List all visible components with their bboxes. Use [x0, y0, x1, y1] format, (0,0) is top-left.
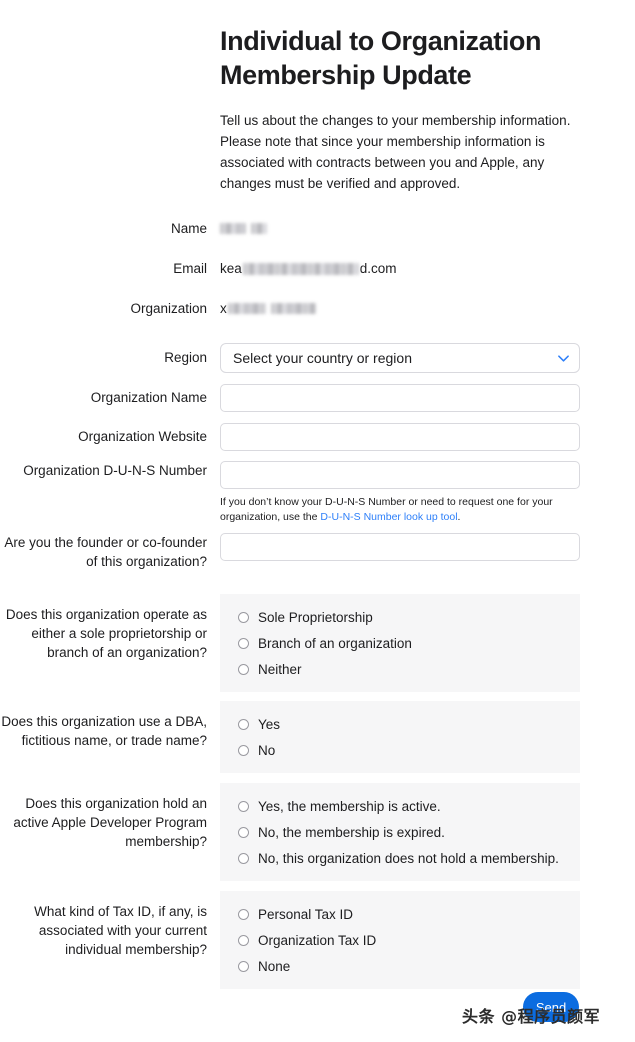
- radio-icon[interactable]: [238, 800, 249, 812]
- membership-status-radio-group: Yes, the membership is active. No, the m…: [220, 783, 580, 881]
- value-name: [220, 219, 635, 238]
- radio-label: No: [258, 742, 276, 758]
- founder-input[interactable]: [220, 533, 580, 561]
- redaction-block: [227, 303, 266, 314]
- organization-name-input[interactable]: [220, 384, 580, 412]
- watermark-text: 头条 @程序员颜军: [462, 1007, 601, 1026]
- region-select-wrap[interactable]: Select your country or region: [220, 343, 580, 373]
- field-row-region: Region Select your country or region: [0, 343, 635, 373]
- label-entity-type-question: Does this organization operate as either…: [5, 607, 207, 660]
- label-region: Region: [164, 350, 207, 365]
- tax-id-radio-group: Personal Tax ID Organization Tax ID None: [220, 891, 580, 989]
- radio-label: No, this organization does not hold a me…: [258, 850, 559, 866]
- label-organization: Organization: [130, 301, 207, 316]
- label-name: Name: [170, 221, 207, 236]
- label-dba-question: Does this organization use a DBA, fictit…: [1, 714, 207, 748]
- radio-icon[interactable]: [238, 908, 249, 920]
- field-row-membership-status: Does this organization hold an active Ap…: [0, 783, 635, 881]
- value-email: kea d.com: [220, 259, 635, 278]
- radio-label: Yes, the membership is active.: [258, 798, 441, 814]
- page-title: Individual to Organization Membership Up…: [220, 26, 542, 90]
- label-duns-number: Organization D-U-N-S Number: [23, 463, 207, 478]
- redaction-block: [242, 262, 359, 275]
- field-row-tax-id: What kind of Tax ID, if any, is associat…: [0, 891, 635, 989]
- email-visible-prefix: kea: [220, 261, 242, 276]
- field-row-dba: Does this organization use a DBA, fictit…: [0, 701, 635, 773]
- radio-label: Neither: [258, 661, 302, 677]
- radio-label: Branch of an organization: [258, 635, 412, 651]
- value-organization: x: [220, 299, 635, 318]
- radio-option-dba-yes[interactable]: Yes: [238, 711, 580, 737]
- radio-option-membership-active[interactable]: Yes, the membership is active.: [238, 793, 580, 819]
- entity-type-field: Sole Proprietorship Branch of an organiz…: [220, 594, 635, 692]
- radio-label: Yes: [258, 716, 281, 732]
- founder-field: [220, 533, 635, 561]
- dba-radio-group: Yes No: [220, 701, 580, 773]
- duns-number-field: If you don’t know your D-U-N-S Number or…: [220, 461, 635, 525]
- field-row-email: Email kea d.com: [0, 259, 635, 278]
- radio-option-tax-id-none[interactable]: None: [238, 953, 580, 979]
- region-select[interactable]: Select your country or region: [220, 343, 580, 373]
- dba-field: Yes No: [220, 701, 635, 773]
- radio-icon[interactable]: [238, 611, 249, 623]
- label-founder-question: Are you the founder or co-founder of thi…: [4, 535, 207, 569]
- redaction-block: [251, 223, 267, 234]
- duns-helper-suffix: .: [457, 511, 461, 523]
- entity-type-radio-group: Sole Proprietorship Branch of an organiz…: [220, 594, 580, 692]
- radio-label: No, the membership is expired.: [258, 824, 445, 840]
- redaction-block: [270, 303, 316, 314]
- radio-label: Sole Proprietorship: [258, 609, 373, 625]
- organization-website-input[interactable]: [220, 423, 580, 451]
- radio-option-membership-expired[interactable]: No, the membership is expired.: [238, 819, 580, 845]
- tax-id-field: Personal Tax ID Organization Tax ID None: [220, 891, 635, 989]
- label-membership-status-question: Does this organization hold an active Ap…: [13, 796, 207, 849]
- region-field: Select your country or region: [220, 343, 635, 373]
- field-row-entity-type: Does this organization operate as either…: [0, 594, 635, 692]
- field-row-organization-name: Organization Name: [0, 384, 635, 412]
- field-row-duns-number: Organization D-U-N-S Number If you don’t…: [0, 461, 635, 525]
- radio-option-sole-proprietorship[interactable]: Sole Proprietorship: [238, 604, 580, 630]
- radio-icon[interactable]: [238, 744, 249, 756]
- label-organization-name: Organization Name: [90, 390, 207, 405]
- radio-label: Personal Tax ID: [258, 906, 354, 922]
- radio-option-membership-none[interactable]: No, this organization does not hold a me…: [238, 845, 580, 871]
- duns-number-input[interactable]: [220, 461, 580, 489]
- field-row-name: Name: [0, 219, 635, 238]
- organization-website-field: [220, 423, 635, 451]
- field-row-organization-website: Organization Website: [0, 423, 635, 451]
- radio-icon[interactable]: [238, 663, 249, 675]
- email-visible-suffix: d.com: [359, 261, 397, 276]
- page-intro-text: Tell us about the changes to your member…: [220, 113, 571, 191]
- organization-name-field: [220, 384, 635, 412]
- radio-label: None: [258, 958, 291, 974]
- field-row-organization: Organization x: [0, 299, 635, 318]
- radio-option-organization-tax-id[interactable]: Organization Tax ID: [238, 927, 580, 953]
- label-tax-id-question: What kind of Tax ID, if any, is associat…: [34, 904, 207, 957]
- redaction-block: [220, 223, 246, 234]
- radio-option-personal-tax-id[interactable]: Personal Tax ID: [238, 901, 580, 927]
- radio-icon[interactable]: [238, 934, 249, 946]
- duns-lookup-tool-link[interactable]: D-U-N-S Number look up tool: [320, 511, 457, 523]
- label-organization-website: Organization Website: [78, 429, 207, 444]
- duns-helper-text: If you don’t know your D-U-N-S Number or…: [220, 495, 565, 525]
- radio-icon[interactable]: [238, 637, 249, 649]
- radio-icon[interactable]: [238, 718, 249, 730]
- label-email: Email: [173, 261, 207, 276]
- membership-update-form-page: Individual to Organization Membership Up…: [0, 0, 635, 1042]
- membership-status-field: Yes, the membership is active. No, the m…: [220, 783, 635, 881]
- field-row-founder: Are you the founder or co-founder of thi…: [0, 533, 635, 571]
- radio-option-dba-no[interactable]: No: [238, 737, 580, 763]
- redacted-organization-value: x: [220, 299, 635, 318]
- radio-label: Organization Tax ID: [258, 932, 377, 948]
- radio-option-neither[interactable]: Neither: [238, 656, 580, 682]
- form-header: Individual to Organization Membership Up…: [220, 24, 580, 194]
- radio-icon[interactable]: [238, 960, 249, 972]
- redacted-email-value: kea d.com: [220, 259, 635, 278]
- radio-option-branch[interactable]: Branch of an organization: [238, 630, 580, 656]
- redacted-name-value: [220, 219, 635, 238]
- organization-visible-prefix: x: [220, 301, 227, 316]
- radio-icon[interactable]: [238, 826, 249, 838]
- radio-icon[interactable]: [238, 852, 249, 864]
